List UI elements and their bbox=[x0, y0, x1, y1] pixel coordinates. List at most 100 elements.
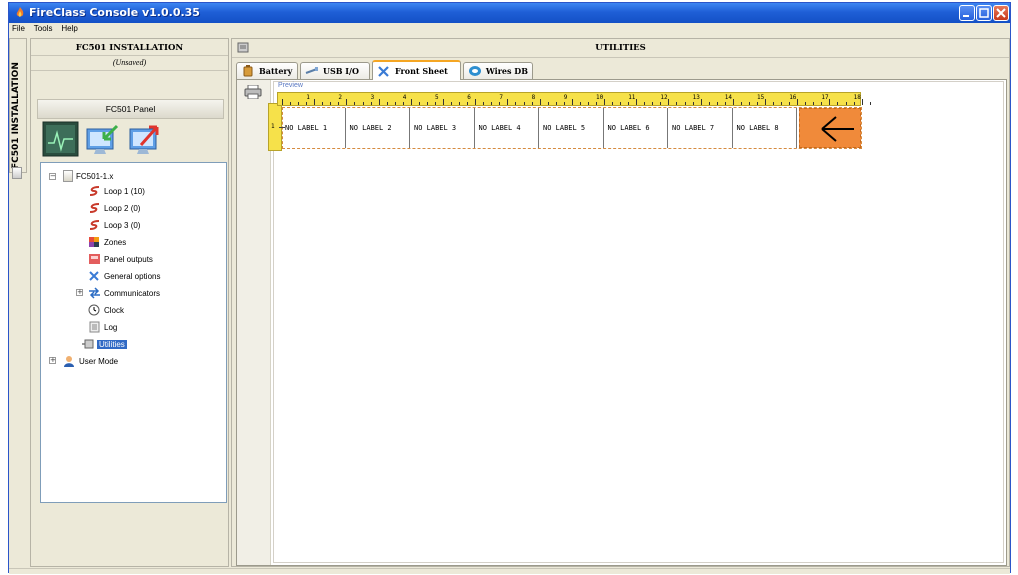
ruler-number: 5 bbox=[435, 94, 439, 101]
minimize-icon bbox=[963, 15, 969, 17]
tab-front-sheet[interactable]: Front Sheet bbox=[372, 60, 461, 80]
ruler-tick bbox=[394, 102, 396, 105]
tree-item-user-mode[interactable]: User Mode bbox=[63, 354, 118, 368]
vertical-tab-installation[interactable]: FC501 INSTALLATION bbox=[9, 38, 27, 173]
panel-outputs-icon bbox=[89, 254, 100, 264]
installation-tree[interactable]: − FC501-1.x Loop 1 (10) Loop 2 (0) Loop … bbox=[40, 162, 227, 503]
ruler-number: 7 bbox=[499, 94, 504, 101]
upload-from-panel-icon[interactable] bbox=[127, 121, 164, 157]
tree-item-general-options[interactable]: General options bbox=[88, 269, 160, 283]
expand-icon[interactable]: + bbox=[49, 357, 56, 364]
ruler-tick bbox=[523, 102, 525, 105]
ruler-tick bbox=[708, 102, 710, 105]
user-icon bbox=[64, 356, 74, 367]
ruler-tick bbox=[459, 102, 461, 105]
title-bar[interactable]: FireClass Console v1.0.0.35 bbox=[9, 3, 1010, 23]
front-sheet-label[interactable]: NO LABEL 5 bbox=[541, 108, 604, 148]
front-sheet-label[interactable]: NO LABEL 1 bbox=[283, 108, 346, 148]
tree-item-loop-3[interactable]: Loop 3 (0) bbox=[88, 218, 140, 232]
tree-item-loop-2[interactable]: Loop 2 (0) bbox=[88, 201, 140, 215]
ruler-number: 1 bbox=[306, 94, 310, 101]
front-sheet-label[interactable]: NO LABEL 7 bbox=[670, 108, 733, 148]
ruler-tick bbox=[491, 102, 493, 105]
installation-header: FC501 INSTALLATION bbox=[31, 39, 228, 56]
ruler-tick bbox=[805, 102, 807, 105]
front-sheet-label[interactable]: NO LABEL 4 bbox=[477, 108, 539, 148]
tree-item-clock[interactable]: Clock bbox=[88, 303, 124, 317]
ruler-number: 12 bbox=[660, 94, 668, 101]
front-sheet-label[interactable]: NO LABEL 2 bbox=[348, 108, 410, 148]
horizontal-ruler: 1 2 3 4 5 6 7 8 9 10 11 12 13 14 15 16 17 18 bbox=[277, 92, 871, 106]
tree-root[interactable]: FC501-1.x bbox=[63, 169, 113, 183]
tools-icon bbox=[378, 66, 389, 77]
ruler-tick bbox=[604, 99, 605, 105]
front-sheet-label[interactable]: NO LABEL 8 bbox=[735, 108, 797, 148]
label-strip: NO LABEL 1 NO LABEL 2 NO LABEL 3 NO LABEL 4… bbox=[279, 107, 862, 149]
download-to-panel-icon[interactable] bbox=[84, 121, 121, 157]
tree-item-log[interactable]: Log bbox=[88, 320, 117, 334]
tree-item-utilities[interactable]: Utilities bbox=[81, 337, 127, 351]
ruler-tick bbox=[434, 102, 436, 105]
tab-wires-db[interactable]: Wires DB bbox=[463, 62, 533, 79]
app-window: FireClass Console v1.0.0.35 File Tools H… bbox=[8, 2, 1011, 574]
utilities-header: UTILITIES bbox=[232, 39, 1009, 58]
ruler-number: 2 bbox=[338, 94, 343, 101]
ruler-tick bbox=[531, 102, 533, 105]
zones-icon bbox=[89, 237, 99, 247]
installation-status: (Unsaved) bbox=[31, 56, 228, 71]
ruler-tick bbox=[483, 102, 485, 105]
panel-monitor-icon[interactable] bbox=[42, 121, 79, 157]
panel-device-icon bbox=[63, 170, 73, 182]
ruler-tick bbox=[354, 102, 356, 105]
battery-icon bbox=[243, 65, 253, 77]
print-icon[interactable] bbox=[244, 85, 262, 99]
front-sheet-label[interactable]: NO LABEL 6 bbox=[606, 108, 668, 148]
loop-icon bbox=[89, 186, 100, 196]
ruler-tick bbox=[426, 102, 428, 105]
ruler-tick bbox=[853, 102, 855, 105]
direction-arrow-cell bbox=[799, 108, 861, 148]
tab-usb-io[interactable]: USB I/O bbox=[300, 62, 370, 79]
menu-tools[interactable]: Tools bbox=[31, 23, 56, 34]
ruler-number: 13 bbox=[692, 94, 700, 101]
tree-item-communicators[interactable]: Communicators bbox=[88, 286, 160, 300]
menu-help[interactable]: Help bbox=[58, 23, 80, 34]
tree-item-zones[interactable]: Zones bbox=[88, 235, 126, 249]
log-icon bbox=[89, 321, 100, 333]
ruler-number: 18 bbox=[853, 94, 861, 101]
arrow-left-icon bbox=[821, 116, 854, 142]
ruler-tick bbox=[515, 102, 517, 105]
ruler-tick bbox=[652, 102, 654, 105]
ruler-tick bbox=[636, 99, 638, 105]
tab-battery[interactable]: Battery bbox=[236, 62, 298, 79]
tree-item-loop-1[interactable]: Loop 1 (10) bbox=[88, 184, 145, 198]
close-button[interactable] bbox=[993, 5, 1009, 21]
ruler-tick bbox=[555, 102, 557, 105]
expand-icon[interactable]: + bbox=[76, 289, 83, 296]
maximize-button[interactable] bbox=[976, 5, 992, 21]
ruler-tick bbox=[724, 102, 726, 105]
menu-file[interactable]: File bbox=[9, 23, 28, 34]
minimize-button[interactable] bbox=[959, 5, 975, 21]
ruler-tick bbox=[370, 102, 372, 105]
ruler-tick bbox=[861, 99, 863, 105]
document-icon[interactable] bbox=[12, 167, 22, 179]
front-sheet-content: Preview 1 1 2 3 4 5 6 7 8 9 10 11 12 13 14 15 16 17 18 NO… bbox=[236, 79, 1007, 566]
collapse-icon[interactable]: − bbox=[49, 173, 56, 180]
ruler-tick bbox=[282, 99, 283, 105]
ruler-tick bbox=[732, 99, 734, 105]
ruler-tick bbox=[306, 102, 308, 105]
ruler-number: 11 bbox=[628, 94, 636, 101]
utilities-icon bbox=[82, 339, 94, 349]
ruler-tick bbox=[346, 99, 348, 105]
ruler-tick bbox=[773, 102, 775, 105]
ruler-number: 10 bbox=[596, 94, 604, 101]
ruler-number: 15 bbox=[757, 94, 765, 101]
tree-item-panel-outputs[interactable]: Panel outputs bbox=[88, 252, 153, 266]
clock-icon bbox=[88, 304, 100, 316]
ruler-tick bbox=[765, 99, 766, 105]
front-sheet-label[interactable]: NO LABEL 3 bbox=[412, 108, 475, 148]
flame-icon bbox=[16, 7, 24, 17]
ruler-tick bbox=[547, 102, 549, 105]
general-options-icon bbox=[89, 271, 99, 281]
